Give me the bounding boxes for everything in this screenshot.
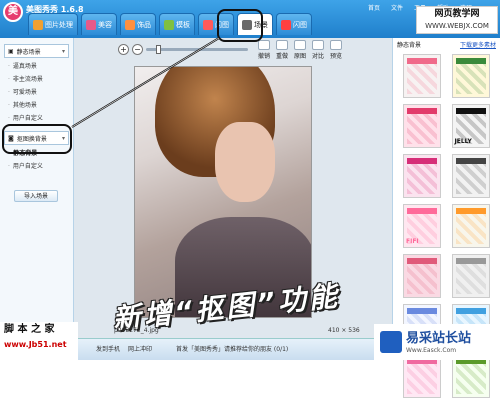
bottom-left-watermark-line2: www.Jb51.net: [4, 340, 67, 349]
site-logo-icon: [380, 331, 402, 353]
material-thumbnail[interactable]: [451, 354, 490, 398]
send-to-phone-link[interactable]: 发到手机: [96, 344, 120, 353]
material-thumbnail[interactable]: [403, 354, 441, 398]
bottom-right-watermark: 易采站长站 Www.Easck.Com: [374, 324, 500, 360]
thumbnail-pattern: [407, 358, 437, 394]
bottom-right-watermark-text: 易采站长站 Www.Easck.Com: [406, 331, 471, 354]
online-print-link[interactable]: 网上冲印: [128, 344, 152, 353]
bottom-left-watermark-line1: 脚 本 之 家: [4, 324, 55, 335]
callout-connector: [71, 37, 220, 128]
bottom-right-watermark-line2: Www.Easck.Com: [406, 346, 457, 354]
app-window: 美 美图秀秀 1.6.8 首页 文件 工具 帮助 选项 网页教学网 WWW.WE…: [0, 0, 500, 398]
thumbnail-pattern: [455, 358, 486, 394]
bottom-right-watermark-line1: 易采站长站: [406, 330, 472, 346]
status-notice: 首发「美图秀秀」请推荐给你的朋友 (0/1): [176, 346, 289, 353]
bottom-left-watermark: 脚 本 之 家 www.Jb51.net: [0, 322, 78, 360]
